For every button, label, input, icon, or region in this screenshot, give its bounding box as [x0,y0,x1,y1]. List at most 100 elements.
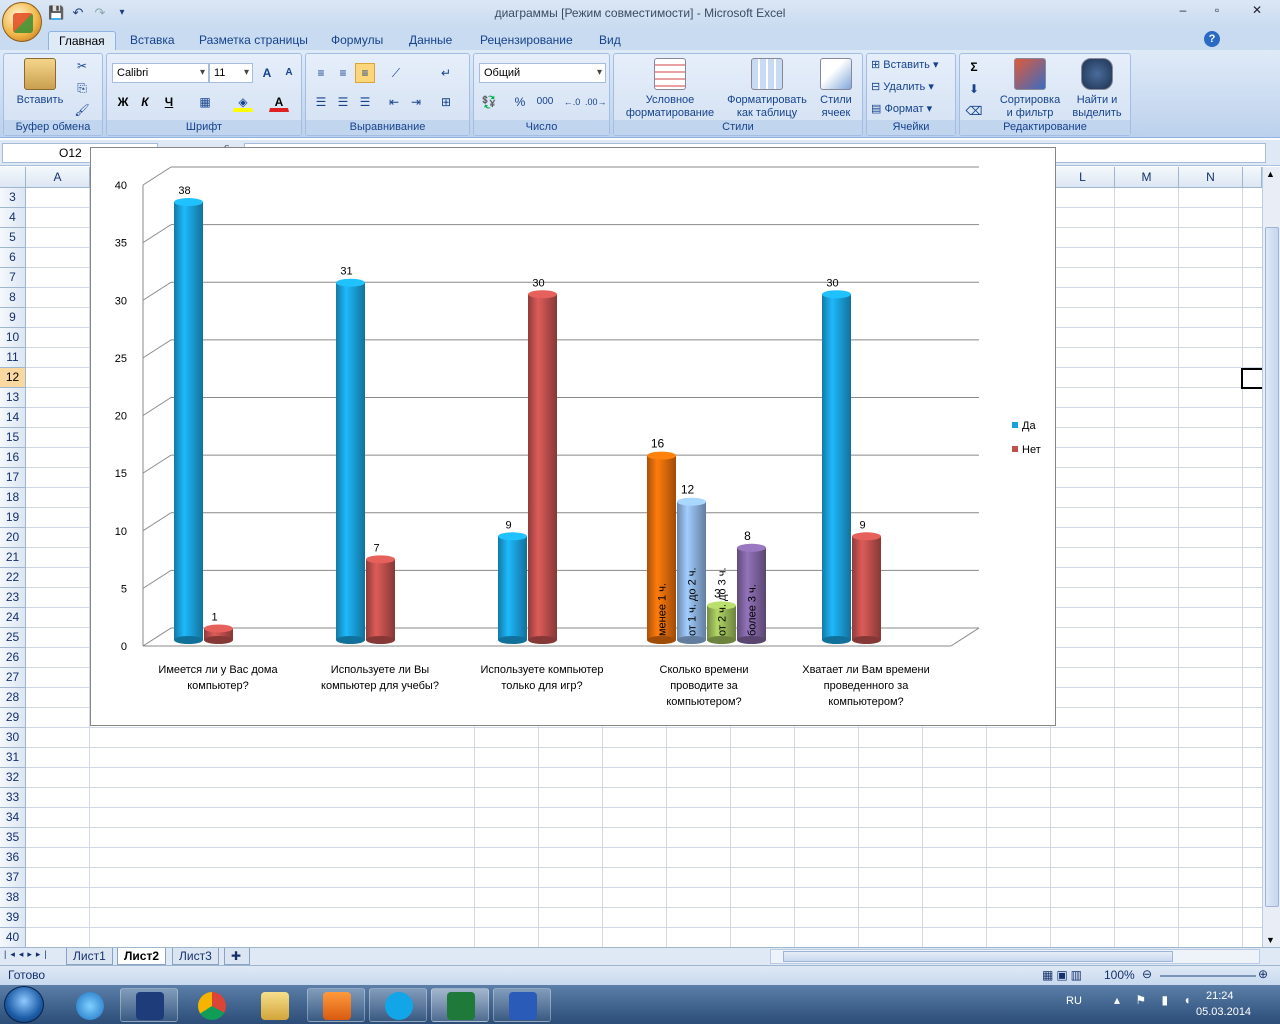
horizontal-scroll-thumb[interactable] [783,951,1173,962]
row-header-40[interactable]: 40 [0,928,26,947]
underline-button[interactable]: Ч [159,92,179,112]
tab-formulas[interactable]: Формулы [321,31,393,50]
shrink-font-button[interactable]: A [279,63,299,83]
sheet-tab-2[interactable]: Лист2 [117,948,167,965]
paste-button[interactable]: Вставить [10,58,70,107]
row-header-23[interactable]: 23 [0,588,26,608]
language-indicator[interactable]: RU [1066,995,1082,1007]
wrap-text-icon[interactable]: ↵ [436,63,456,83]
format-painter-icon[interactable]: 🖌 [72,100,92,120]
vertical-scrollbar[interactable]: ▲ ▼ [1262,167,1280,947]
zoom-level[interactable]: 100% [1104,968,1135,982]
start-button[interactable] [4,986,44,1023]
row-header-36[interactable]: 36 [0,848,26,868]
row-header-37[interactable]: 37 [0,868,26,888]
format-as-table-button[interactable]: Форматировать как таблицу [724,58,810,120]
tab-data[interactable]: Данные [399,31,462,50]
zoom-out-icon[interactable]: ⊖ [1142,967,1152,981]
align-bottom-icon[interactable]: ≡ [355,63,375,83]
decrease-decimal-icon[interactable]: .00→ [584,92,607,112]
orientation-icon[interactable]: ⟋ [386,63,406,83]
percent-button[interactable]: % [510,92,530,112]
taskbar-media[interactable] [307,988,365,1022]
sheet-nav-icon[interactable]: |◂◂▸▸| [4,949,51,960]
row-header-13[interactable]: 13 [0,388,26,408]
row-header-25[interactable]: 25 [0,628,26,648]
number-format-select[interactable]: Общий [479,63,606,83]
row-header-29[interactable]: 29 [0,708,26,728]
taskbar-ie[interactable] [60,988,118,1022]
grow-font-button[interactable]: A [257,63,277,83]
insert-sheet-icon[interactable]: ✚ [224,948,250,965]
row-header-3[interactable]: 3 [0,188,26,208]
row-header-39[interactable]: 39 [0,908,26,928]
thousands-button[interactable]: 000 [532,92,558,112]
row-header-15[interactable]: 15 [0,428,26,448]
sheet-tab-3[interactable]: Лист3 [172,948,219,965]
office-button[interactable] [2,2,42,42]
taskbar-explorer[interactable] [245,988,303,1022]
row-header-30[interactable]: 30 [0,728,26,748]
decrease-indent-icon[interactable]: ⇤ [384,92,404,112]
horizontal-scrollbar[interactable] [770,949,1260,964]
minimize-button[interactable]: – [1166,0,1200,22]
row-header-21[interactable]: 21 [0,548,26,568]
taskbar-skype[interactable] [369,988,427,1022]
row-header-33[interactable]: 33 [0,788,26,808]
font-size-select[interactable]: 11 [209,63,253,83]
row-header-16[interactable]: 16 [0,448,26,468]
align-right-icon[interactable]: ☰ [355,92,375,112]
font-color-button[interactable]: A [269,92,289,112]
fill-icon[interactable]: ⬇ [964,79,984,99]
format-cells-button[interactable]: ▤ Формат ▾ [871,103,932,116]
sheet-tab-1[interactable]: Лист1 [66,948,113,965]
tab-insert[interactable]: Вставка [120,31,185,50]
align-middle-icon[interactable]: ≡ [333,63,353,83]
taskbar-excel[interactable] [431,988,489,1022]
tab-home[interactable]: Главная [48,31,116,50]
cell-styles-button[interactable]: Стили ячеек [812,58,860,120]
column-header-M[interactable]: M [1115,167,1179,188]
increase-decimal-icon[interactable]: ←.0 [562,92,582,112]
chart-area[interactable]: 0 5 10 15 20 25 30 35 40 38 1 Имеется ли у Вас дома… [90,147,1056,726]
currency-icon[interactable]: 💱 [479,92,499,112]
fill-color-icon[interactable]: ◈ [233,92,253,112]
find-select-button[interactable]: Найти и выделить [1066,58,1128,120]
column-header-partial[interactable] [1243,167,1262,188]
align-left-icon[interactable]: ☰ [311,92,331,112]
increase-indent-icon[interactable]: ⇥ [406,92,426,112]
italic-button[interactable]: К [135,92,155,112]
insert-cells-button[interactable]: ⊞ Вставить ▾ [871,59,939,72]
column-header-N[interactable]: N [1179,167,1243,188]
autosum-button[interactable]: Σ [964,57,984,77]
row-header-31[interactable]: 31 [0,748,26,768]
row-header-11[interactable]: 11 [0,348,26,368]
maximize-button[interactable]: ▫ [1200,0,1234,22]
borders-icon[interactable]: ▦ [195,92,215,112]
taskbar-word[interactable] [493,988,551,1022]
row-header-38[interactable]: 38 [0,888,26,908]
column-header-A[interactable]: A [26,167,90,188]
row-header-18[interactable]: 18 [0,488,26,508]
row-header-24[interactable]: 24 [0,608,26,628]
row-header-9[interactable]: 9 [0,308,26,328]
zoom-in-icon[interactable]: ⊕ [1258,967,1268,981]
view-buttons-icon[interactable]: ▦▣▥ [1042,968,1085,982]
cut-icon[interactable]: ✂ [72,56,92,76]
row-header-32[interactable]: 32 [0,768,26,788]
row-header-22[interactable]: 22 [0,568,26,588]
taskbar-chrome[interactable] [182,988,240,1022]
tab-page-layout[interactable]: Разметка страницы [189,31,318,50]
tray-icons[interactable]: ▴ ⚑ ▮ ◖ [1114,993,1197,1007]
delete-cells-button[interactable]: ⊟ Удалить ▾ [871,81,934,94]
row-header-34[interactable]: 34 [0,808,26,828]
align-top-icon[interactable]: ≡ [311,63,331,83]
row-header-4[interactable]: 4 [0,208,26,228]
row-header-27[interactable]: 27 [0,668,26,688]
zoom-slider[interactable] [1160,975,1256,977]
tab-review[interactable]: Рецензирование [470,31,583,50]
scroll-up-icon[interactable]: ▲ [1266,169,1275,179]
vertical-scroll-thumb[interactable] [1265,227,1279,907]
sort-filter-button[interactable]: Сортировка и фильтр [996,58,1064,120]
help-icon[interactable]: ? [1204,31,1220,47]
